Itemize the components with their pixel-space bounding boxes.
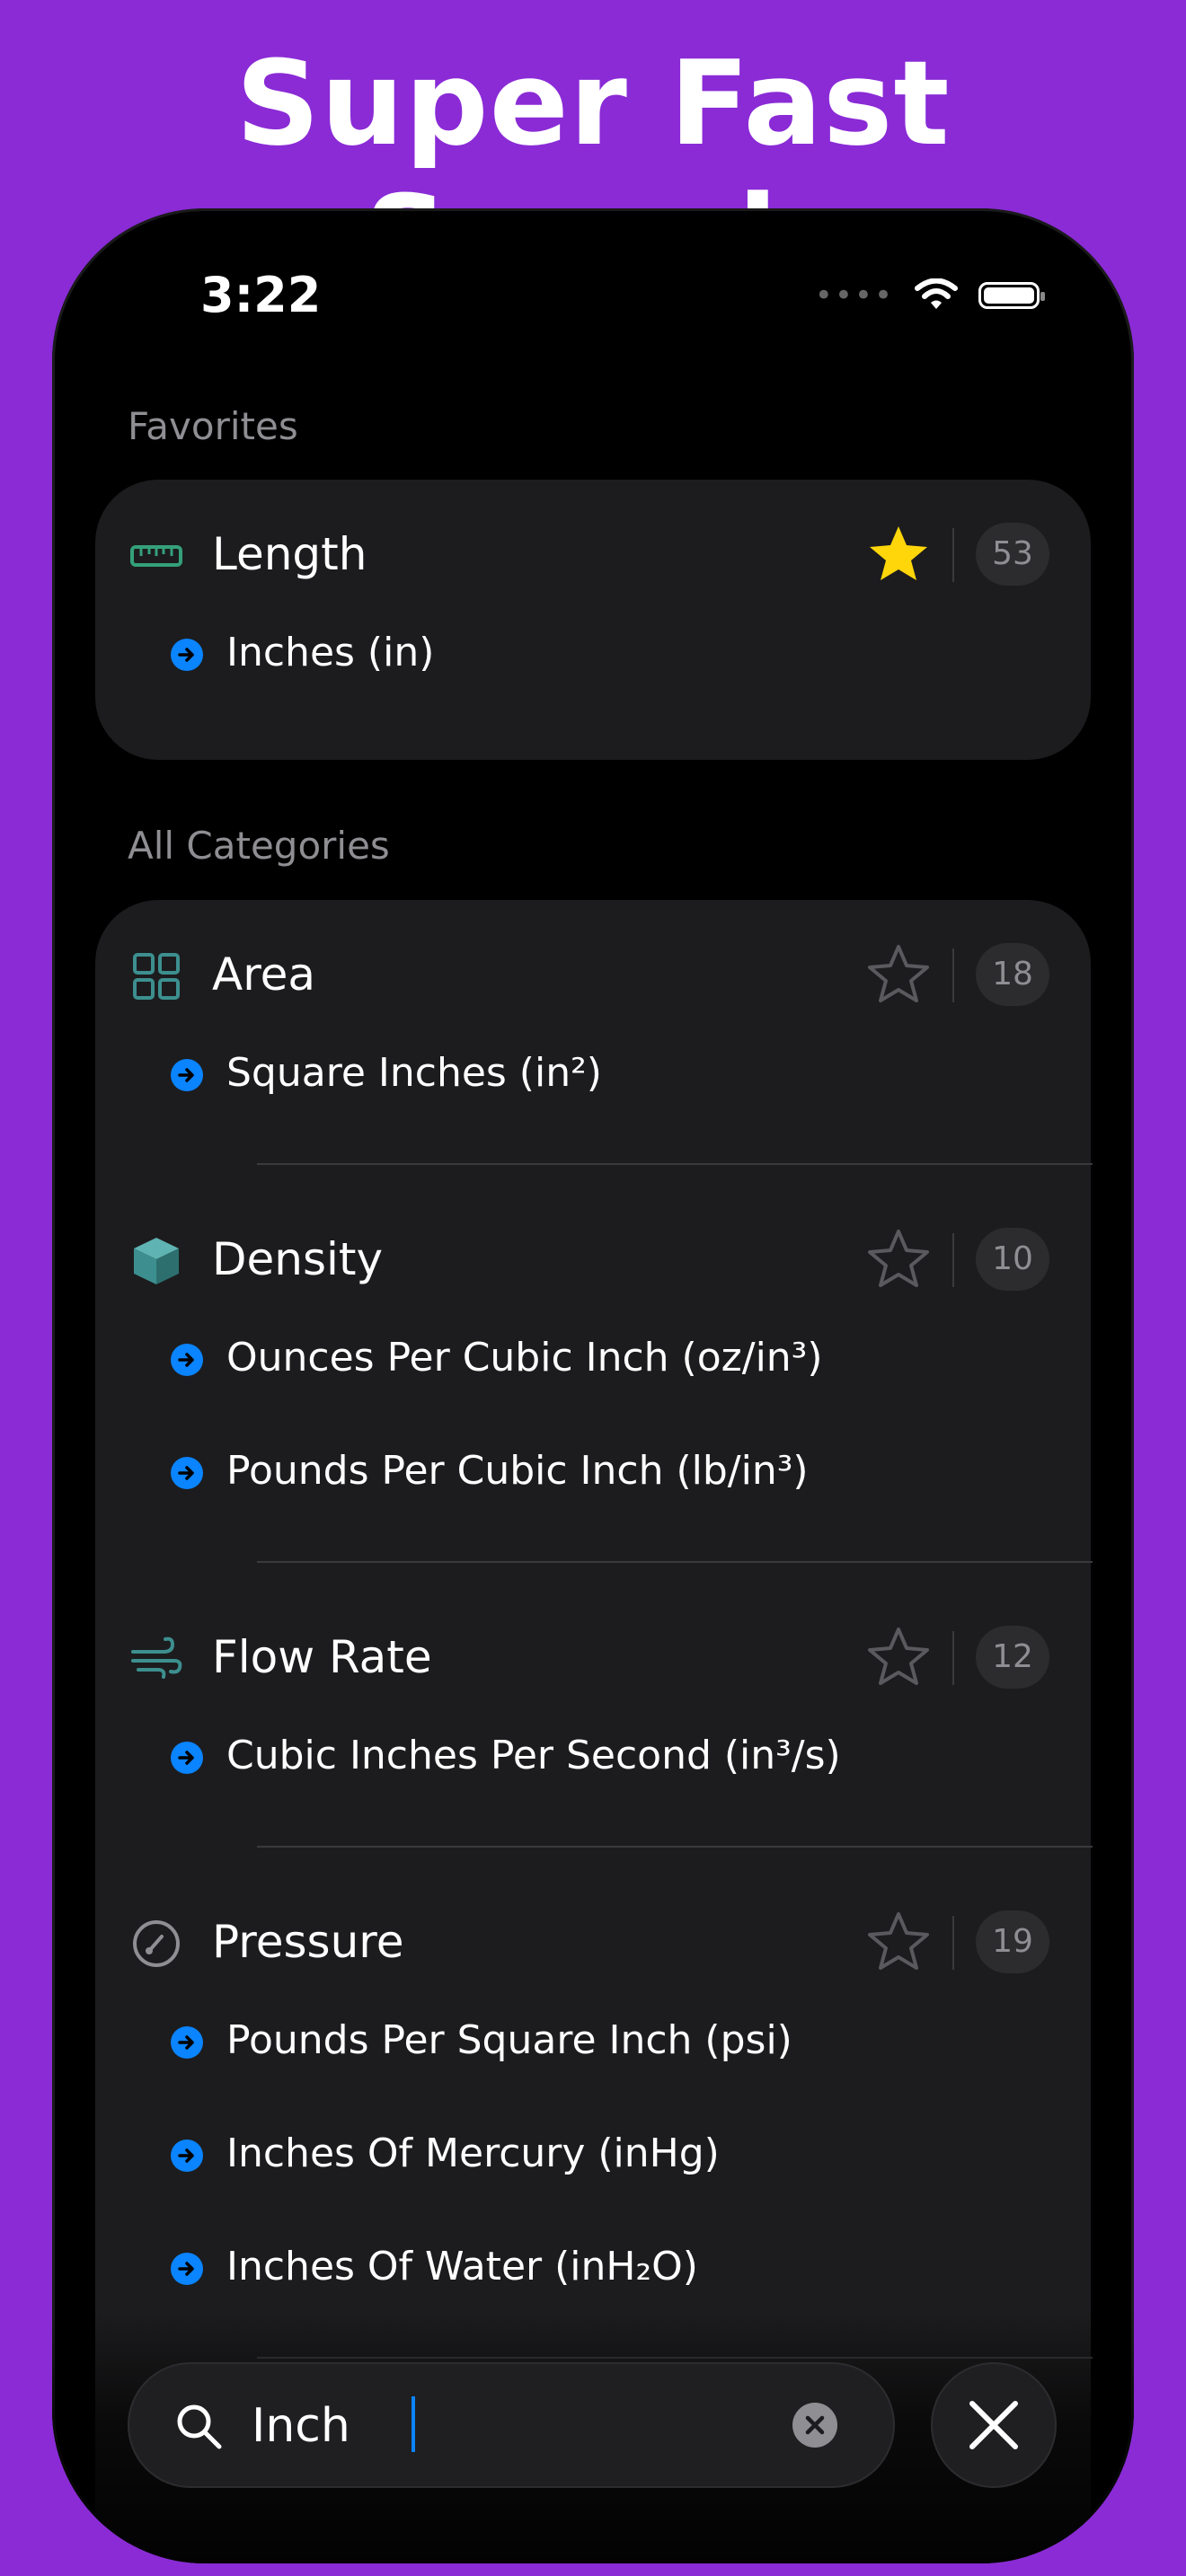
unit-row[interactable]: Pounds Per Cubic Inch (lb/in³) (95, 1437, 1091, 1509)
category-header-pressure[interactable]: Pressure 19 (95, 1894, 1091, 1984)
divider (952, 948, 954, 1002)
star-filled-icon[interactable] (866, 521, 931, 586)
status-bar-right: •••• (814, 278, 1045, 313)
unit-label: Ounces Per Cubic Inch (oz/in³) (226, 1335, 823, 1381)
search-bar[interactable] (128, 2362, 895, 2488)
arrow-right-circle-icon (171, 2253, 203, 2285)
close-search-button[interactable] (931, 2362, 1057, 2488)
divider (952, 1233, 954, 1287)
count-badge: 18 (976, 943, 1049, 1006)
count-badge: 12 (976, 1626, 1049, 1689)
category-title: Area (212, 948, 316, 1001)
favorites-label: Favorites (128, 404, 298, 448)
battery-icon (978, 282, 1045, 309)
unit-row[interactable]: Cubic Inches Per Second (in³/s) (95, 1722, 1091, 1794)
star-outline-icon[interactable] (866, 941, 931, 1006)
row-divider (257, 1846, 1093, 1848)
arrow-right-circle-icon (171, 639, 203, 671)
wifi-icon (915, 278, 958, 309)
unit-row[interactable]: Inches Of Water (inH₂O) (95, 2233, 1091, 2305)
row-divider (257, 1163, 1093, 1165)
divider (952, 1631, 954, 1685)
category-header-length[interactable]: Length 53 (95, 507, 1091, 596)
close-icon (969, 2401, 1018, 2449)
search-icon (177, 2404, 222, 2449)
arrow-right-circle-icon (171, 1742, 203, 1774)
favorites-card: Length 53 Inches (in) (95, 480, 1091, 760)
star-outline-icon[interactable] (866, 1226, 931, 1291)
count-badge: 10 (976, 1228, 1049, 1291)
signal-icon: •••• (814, 278, 894, 313)
unit-label: Inches (in) (226, 630, 435, 675)
divider (952, 1916, 954, 1970)
category-header-area[interactable]: Area 18 (95, 927, 1091, 1017)
star-outline-icon[interactable] (866, 1624, 931, 1689)
arrow-right-circle-icon (171, 1059, 203, 1091)
count-badge: 19 (976, 1910, 1049, 1973)
unit-row[interactable]: Inches Of Mercury (inHg) (95, 2120, 1091, 2192)
unit-label: Square Inches (in²) (226, 1050, 602, 1096)
unit-row[interactable]: Ounces Per Cubic Inch (oz/in³) (95, 1324, 1091, 1396)
unit-label: Pounds Per Square Inch (psi) (226, 2017, 792, 2063)
phone-frame: 3:22 •••• Favorites Length 53 Inches (in… (52, 208, 1134, 2563)
category-title: Pressure (212, 1916, 404, 1968)
row-divider (257, 1561, 1093, 1563)
ruler-icon (130, 545, 182, 567)
all-categories-label: All Categories (128, 824, 390, 868)
arrow-right-circle-icon (171, 2139, 203, 2172)
clear-search-button[interactable] (792, 2403, 837, 2448)
gauge-icon (133, 1920, 180, 1967)
count-badge: 53 (976, 523, 1049, 586)
status-time: 3:22 (200, 267, 322, 323)
category-title: Flow Rate (212, 1631, 432, 1683)
cube-icon (134, 1238, 179, 1284)
arrow-right-circle-icon (171, 1344, 203, 1376)
unit-row[interactable]: Pounds Per Square Inch (psi) (95, 2007, 1091, 2078)
star-outline-icon[interactable] (866, 1909, 931, 1973)
search-input[interactable] (250, 2389, 792, 2463)
unit-label: Pounds Per Cubic Inch (lb/in³) (226, 1448, 809, 1494)
unit-label: Cubic Inches Per Second (in³/s) (226, 1733, 841, 1778)
unit-row[interactable]: Square Inches (in²) (95, 1039, 1091, 1111)
divider (952, 528, 954, 582)
category-header-flow-rate[interactable]: Flow Rate 12 (95, 1610, 1091, 1699)
category-header-density[interactable]: Density 10 (95, 1212, 1091, 1301)
unit-label: Inches Of Water (inH₂O) (226, 2244, 698, 2289)
text-caret (412, 2396, 415, 2452)
category-title: Density (212, 1233, 384, 1285)
arrow-right-circle-icon (171, 2026, 203, 2059)
grid-icon (133, 953, 180, 1000)
unit-label: Inches Of Mercury (inHg) (226, 2130, 720, 2176)
wind-icon (131, 1636, 182, 1679)
arrow-right-circle-icon (171, 1457, 203, 1489)
unit-row[interactable]: Inches (in) (95, 619, 1091, 691)
category-title: Length (212, 528, 367, 580)
x-icon (805, 2415, 825, 2435)
